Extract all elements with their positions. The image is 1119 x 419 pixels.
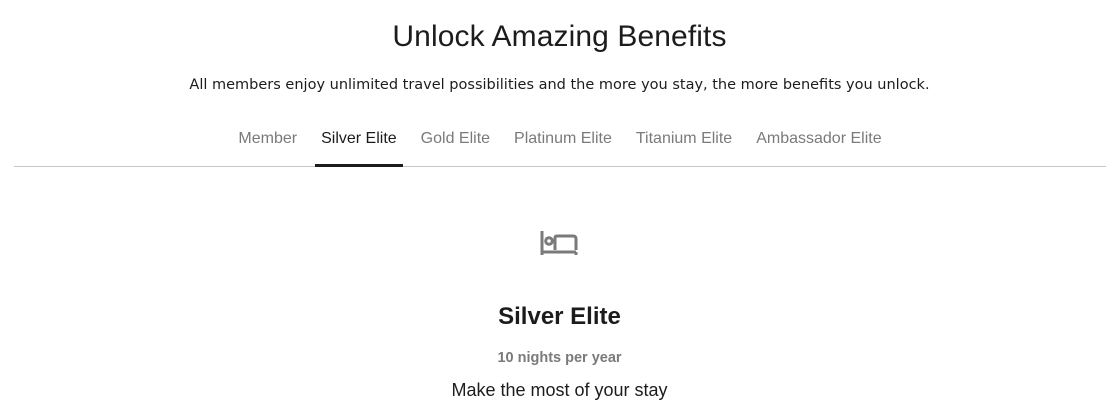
tab-gold-elite[interactable]: Gold Elite <box>415 118 496 166</box>
tab-label: Ambassador Elite <box>756 130 882 147</box>
tab-label: Platinum Elite <box>514 130 612 147</box>
tab-label: Member <box>238 130 298 147</box>
tab-ambassador-elite[interactable]: Ambassador Elite <box>750 118 887 166</box>
page-subtitle: All members enjoy unlimited travel possi… <box>189 77 930 93</box>
tier-nights-requirement: 10 nights per year <box>497 350 622 366</box>
benefits-page: Unlock Amazing Benefits All members enjo… <box>0 0 1119 419</box>
tab-titanium-elite[interactable]: Titanium Elite <box>630 118 738 166</box>
tab-label: Gold Elite <box>420 130 491 147</box>
page-title: Unlock Amazing Benefits <box>392 20 727 53</box>
tier-tabs: Member Silver Elite Gold Elite Platinum … <box>14 118 1106 167</box>
tier-tagline: Make the most of your stay <box>451 380 668 400</box>
tab-label: Titanium Elite <box>635 130 733 147</box>
active-tab-indicator <box>315 164 403 167</box>
bed-icon <box>538 228 580 258</box>
tab-platinum-elite[interactable]: Platinum Elite <box>508 118 618 166</box>
tab-silver-elite[interactable]: Silver Elite <box>315 118 403 167</box>
tab-member[interactable]: Member <box>232 118 303 166</box>
tab-label: Silver Elite <box>321 130 397 147</box>
tier-title: Silver Elite <box>498 303 621 330</box>
